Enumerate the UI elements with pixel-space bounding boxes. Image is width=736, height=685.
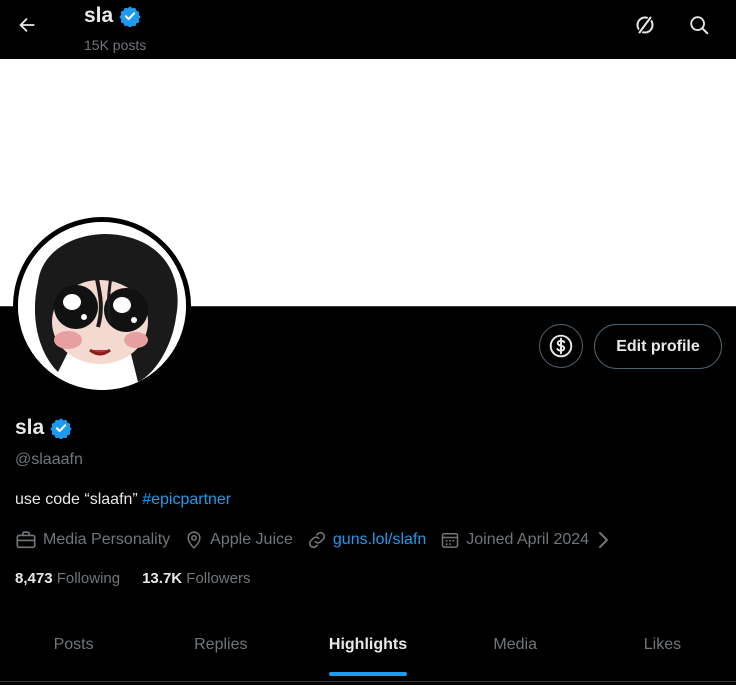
calendar-icon: [442, 533, 459, 548]
website-link[interactable]: guns.lol/slafn: [333, 531, 426, 549]
tab-label: Highlights: [328, 636, 408, 653]
back-button[interactable]: [10, 8, 44, 42]
avatar[interactable]: [13, 217, 191, 395]
header-title: sla: [84, 4, 141, 28]
follow-stats: 8,473 Following 13.7K Followers: [15, 570, 272, 587]
following-count: 8,473: [15, 570, 53, 587]
meta-location: Apple Juice: [184, 530, 293, 550]
profile-tabs: Posts Replies Highlights Media Likes: [0, 612, 736, 678]
meta-website[interactable]: guns.lol/slafn: [307, 530, 426, 550]
chevron-right-icon: [599, 532, 609, 548]
tab-label: Likes: [643, 636, 682, 653]
profile-handle: @slaaafn: [15, 451, 83, 468]
header-post-count: 15K posts: [84, 37, 147, 53]
unlink-icon: [636, 15, 654, 35]
meta-category: Media Personality: [15, 529, 170, 551]
tab-media[interactable]: Media: [442, 612, 589, 678]
following-label: Following: [56, 570, 121, 587]
edit-profile-button[interactable]: Edit profile: [594, 324, 722, 369]
verified-badge-icon: [119, 6, 141, 27]
tab-highlights[interactable]: Highlights: [294, 612, 441, 678]
followers-label: Followers: [186, 570, 251, 587]
money-icon: [549, 334, 573, 358]
followers-count: 13.7K: [142, 570, 183, 587]
tabs-divider: [0, 681, 736, 682]
search-button[interactable]: [682, 8, 716, 42]
bio-text: use code “slaafn”: [15, 491, 143, 508]
meta-location-label: Apple Juice: [210, 531, 293, 548]
header-name: sla: [84, 4, 114, 27]
meta-category-label: Media Personality: [43, 531, 171, 548]
tab-replies[interactable]: Replies: [147, 612, 294, 678]
bio-hashtag-link[interactable]: #epicpartner: [142, 491, 231, 508]
meta-joined[interactable]: Joined April 2024: [440, 530, 611, 550]
profile-name-row: sla: [15, 416, 72, 440]
meta-joined-label: Joined April 2024: [466, 531, 590, 548]
tab-likes[interactable]: Likes: [589, 612, 736, 678]
top-bar: sla 15K posts: [0, 0, 736, 59]
back-arrow-icon: [19, 17, 35, 33]
briefcase-icon: [16, 531, 36, 549]
search-icon: [690, 16, 709, 35]
profile-bio: use code “slaafn” #epicpartner: [15, 491, 231, 509]
tab-label: Media: [493, 636, 537, 653]
active-tab-indicator: [329, 672, 407, 676]
subscribe-money-button[interactable]: [539, 324, 583, 368]
location-pin-icon: [187, 531, 201, 549]
link-icon: [308, 531, 325, 549]
profile-name: sla: [15, 416, 45, 439]
tab-posts[interactable]: Posts: [0, 612, 147, 678]
unlink-button[interactable]: [628, 8, 662, 42]
followers-link[interactable]: 13.7K Followers: [142, 570, 250, 587]
profile-meta: Media Personality Apple Juice guns.lol/s…: [15, 529, 625, 551]
verified-badge-icon[interactable]: [50, 417, 72, 439]
following-link[interactable]: 8,473 Following: [15, 570, 120, 587]
tab-label: Replies: [194, 636, 248, 653]
tab-label: Posts: [53, 636, 94, 653]
avatar-image: [18, 222, 186, 390]
